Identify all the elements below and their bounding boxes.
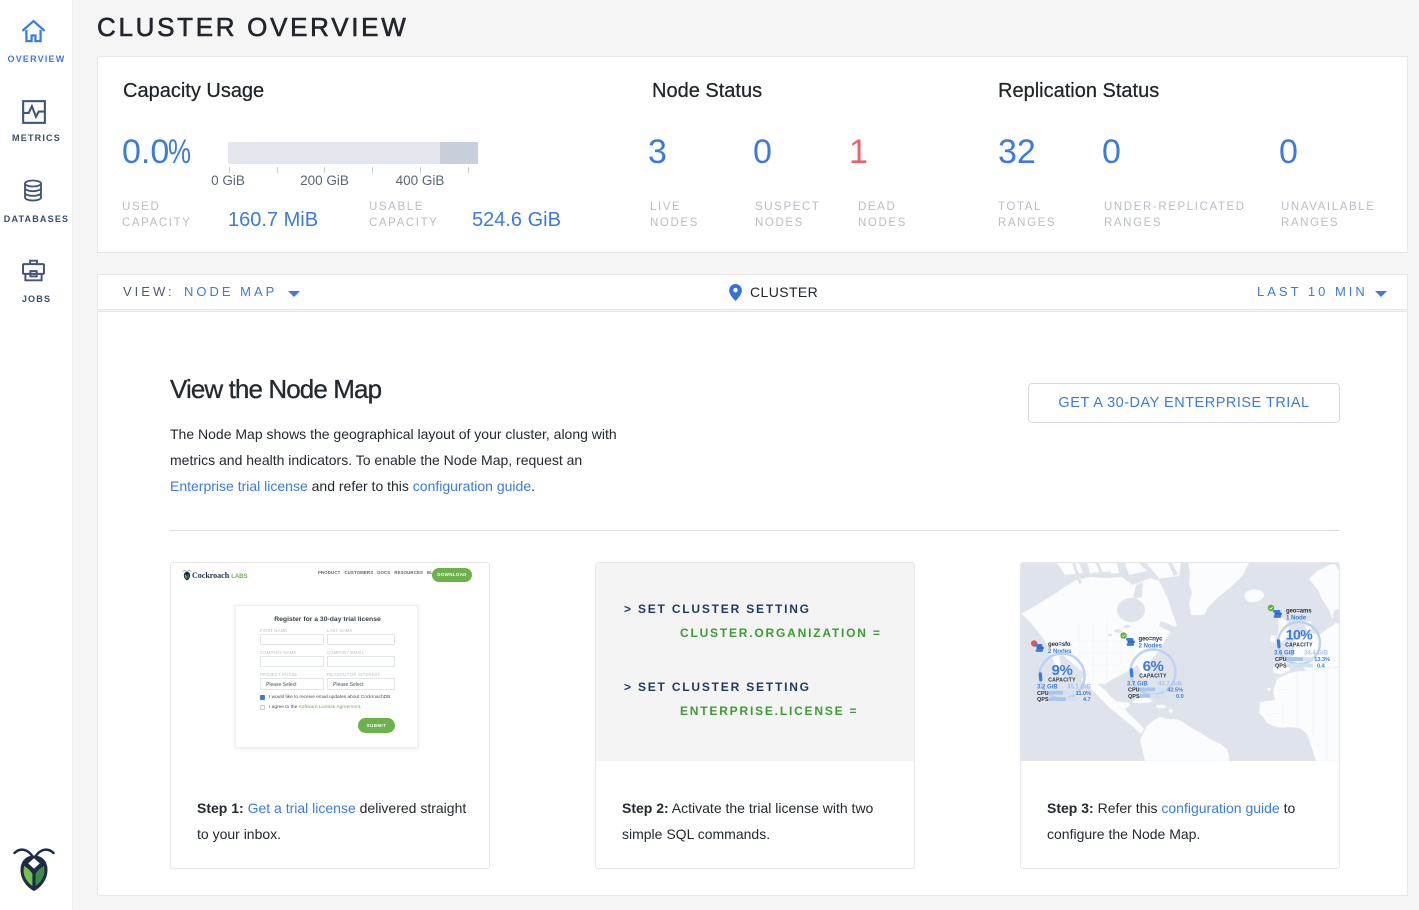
svg-text:10%: 10% bbox=[1286, 627, 1314, 643]
svg-text:9%: 9% bbox=[1052, 662, 1073, 679]
svg-text:CPU: CPU bbox=[1275, 657, 1287, 663]
svg-text:6%: 6% bbox=[1143, 658, 1164, 675]
svg-text:CAPACITY: CAPACITY bbox=[1139, 674, 1167, 680]
svg-text:4.7: 4.7 bbox=[1083, 697, 1091, 703]
svg-text:QPS: QPS bbox=[1275, 664, 1287, 670]
svg-text:35.1 GiB: 35.1 GiB bbox=[1067, 685, 1092, 691]
svg-text:CPU: CPU bbox=[1128, 688, 1140, 694]
svg-text:CAPACITY: CAPACITY bbox=[1048, 678, 1076, 684]
svg-text:3.6 GiB: 3.6 GiB bbox=[1274, 651, 1295, 657]
svg-text:0.0: 0.0 bbox=[1176, 694, 1184, 700]
svg-text:0.4: 0.4 bbox=[1317, 664, 1326, 670]
svg-text:3.2 GiB: 3.2 GiB bbox=[1037, 685, 1058, 691]
svg-text:CPU: CPU bbox=[1037, 691, 1049, 697]
svg-text:QPS: QPS bbox=[1128, 694, 1140, 700]
svg-text:CAPACITY: CAPACITY bbox=[1285, 643, 1313, 649]
svg-text:34.4 GiB: 34.4 GiB bbox=[1304, 651, 1329, 657]
svg-text:11.0%: 11.0% bbox=[1076, 691, 1091, 697]
svg-text:QPS: QPS bbox=[1037, 697, 1049, 703]
svg-text:13.3%: 13.3% bbox=[1314, 657, 1330, 663]
svg-text:1 Node: 1 Node bbox=[1286, 615, 1307, 622]
svg-text:42.5%: 42.5% bbox=[1167, 688, 1183, 694]
